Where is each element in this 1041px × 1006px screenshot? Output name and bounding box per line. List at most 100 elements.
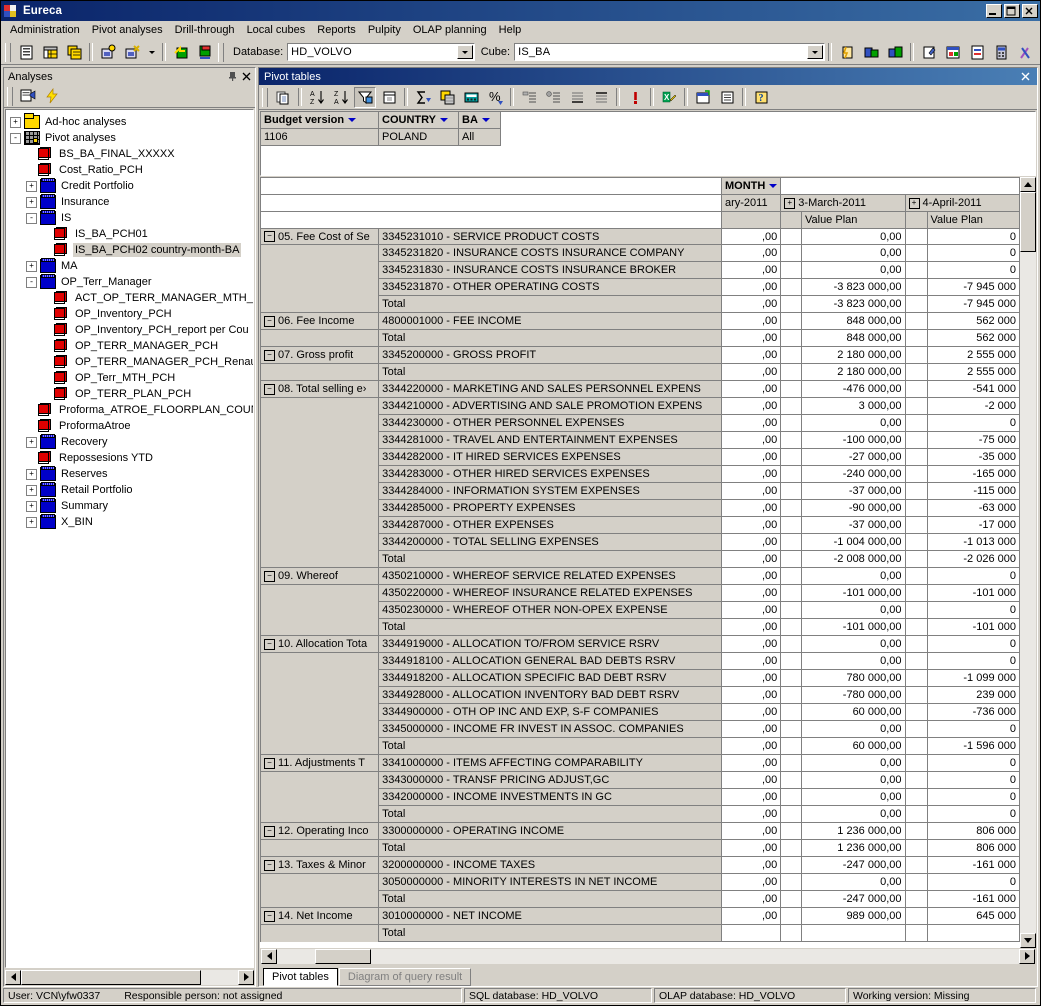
exception-highlight-icon[interactable] [624, 87, 646, 108]
value-cell-month3[interactable]: -35 000 [926, 448, 1020, 466]
value-cell-month1[interactable]: ,00 [720, 448, 782, 466]
value-cell-month2[interactable]: 3 000,00 [800, 397, 906, 415]
cube-chevron-down-icon[interactable] [807, 45, 823, 59]
expand-icon[interactable]: + [26, 468, 37, 480]
menu-olap-planning[interactable]: OLAP planning [407, 22, 493, 38]
measure-header-2[interactable]: Value Plan [926, 211, 1020, 229]
menu-help[interactable]: Help [493, 22, 528, 38]
row-total-label[interactable]: Total [378, 363, 722, 381]
measure-header-1[interactable]: Value Plan [800, 211, 906, 229]
row-item-label[interactable]: 3344220000 - MARKETING AND SALES PERSONN… [378, 380, 722, 398]
value-cell-month3[interactable]: 806 000 [926, 822, 1020, 840]
menu-reports[interactable]: Reports [311, 22, 362, 38]
month-column-header-0[interactable]: ary-2011 [720, 194, 782, 212]
table-row[interactable]: 3345000000 - INCOME FR INVEST IN ASSOC. … [260, 720, 1020, 738]
tree-item[interactable]: BS_BA_FINAL_XXXXX [10, 146, 253, 162]
value-cell-month1[interactable]: ,00 [720, 312, 782, 330]
filter-header-ba[interactable]: BA [459, 112, 501, 129]
row-item-label[interactable]: 3344918100 - ALLOCATION GENERAL BAD DEBT… [378, 652, 722, 670]
menu-administration[interactable]: Administration [4, 22, 86, 38]
tree-item[interactable]: OP_TERR_MANAGER_PCH_Renault [10, 354, 253, 370]
row-item-label[interactable]: 4350220000 - WHEREOF INSURANCE RELATED E… [378, 584, 722, 602]
value-cell-month3[interactable]: 0 [926, 567, 1020, 585]
value-cell-month2[interactable]: 2 180 000,00 [800, 363, 906, 381]
value-cell-month2[interactable]: -780 000,00 [800, 686, 906, 704]
value-cell-month3[interactable]: -101 000 [926, 584, 1020, 602]
sum-icon[interactable] [412, 87, 434, 108]
edit-icon[interactable] [918, 42, 940, 63]
value-cell-month2[interactable]: 0,00 [800, 414, 906, 432]
filter-value-ba[interactable]: All [459, 129, 501, 146]
value-cell-month2[interactable]: -476 000,00 [800, 380, 906, 398]
value-cell-month2[interactable]: -1 004 000,00 [800, 533, 906, 551]
copy-pivot-icon[interactable] [63, 42, 85, 63]
tree-item[interactable]: - Pivot analyses [10, 130, 253, 146]
pivot-close-icon[interactable] [1020, 71, 1034, 82]
value-cell-month1[interactable]: ,00 [720, 244, 782, 262]
table-row[interactable]: 4350230000 - WHEREOF OTHER NON-OPEX EXPE… [260, 601, 1020, 619]
value-cell-month3[interactable]: 562 000 [926, 329, 1020, 347]
value-cell-month1[interactable]: ,00 [720, 567, 782, 585]
value-cell-month3[interactable]: -7 945 000 [926, 295, 1020, 313]
properties-icon[interactable] [15, 42, 37, 63]
toolbar-grip[interactable] [5, 42, 11, 62]
database-combo[interactable]: HD_VOLVO [287, 43, 475, 61]
menu-pulpity[interactable]: Pulpity [362, 22, 407, 38]
table-row[interactable]: Total ,00 -101 000,00 -101 000 [260, 618, 1020, 636]
run-report-icon[interactable] [836, 42, 858, 63]
chevron-down-icon[interactable] [348, 118, 357, 122]
table-row[interactable]: 3344282000 - IT HIRED SERVICES EXPENSES,… [260, 448, 1020, 466]
table-row[interactable]: 3344918100 - ALLOCATION GENERAL BAD DEBT… [260, 652, 1020, 670]
tree-item[interactable]: + Credit Portfolio [10, 178, 253, 194]
value-cell-month1[interactable]: ,00 [720, 601, 782, 619]
value-cell-month3[interactable]: 0 [926, 788, 1020, 806]
table-row[interactable]: −09. Whereof 4350210000 - WHEREOF SERVICE… [260, 567, 1020, 585]
value-cell-month2[interactable]: 989 000,00 [800, 907, 906, 925]
value-cell-month2[interactable]: -3 823 000,00 [800, 295, 906, 313]
tree-item[interactable]: + Summary [10, 498, 253, 514]
value-cell-month2[interactable]: -3 823 000,00 [800, 278, 906, 296]
value-cell-month2[interactable]: 60 000,00 [800, 703, 906, 721]
value-cell-month1[interactable]: ,00 [720, 890, 782, 908]
value-cell-month1[interactable]: ,00 [720, 635, 782, 653]
value-cell-month1[interactable]: ,00 [720, 839, 782, 857]
row-item-label[interactable]: 3344285000 - PROPERTY EXPENSES [378, 499, 722, 517]
value-cell-month2[interactable]: -247 000,00 [800, 856, 906, 874]
value-cell-month1[interactable]: ,00 [720, 856, 782, 874]
value-cell-month3[interactable]: -1 596 000 [926, 737, 1020, 755]
expand-icon[interactable]: + [784, 197, 796, 209]
row-item-label[interactable]: 4800001000 - FEE INCOME [378, 312, 722, 330]
hscroll-thumb[interactable] [21, 969, 201, 985]
scroll-up-button[interactable] [1020, 177, 1036, 192]
table-row[interactable]: Total ,00 848 000,00 562 000 [260, 329, 1020, 347]
row-item-label[interactable]: 3344283000 - OTHER HIRED SERVICES EXPENS… [378, 465, 722, 483]
expand-rows-icon[interactable] [518, 87, 540, 108]
value-cell-month3[interactable]: 0 [926, 261, 1020, 279]
value-cell-month1[interactable]: ,00 [720, 703, 782, 721]
value-cell-month3[interactable]: -2 000 [926, 397, 1020, 415]
row-item-label[interactable]: 3344919000 - ALLOCATION TO/FROM SERVICE … [378, 635, 722, 653]
tree-item[interactable]: Cost_Ratio_PCH [10, 162, 253, 178]
value-cell-month2[interactable]: -2 008 000,00 [800, 550, 906, 568]
row-item-label[interactable]: 3343000000 - TRANSF PRICING ADJUST,GC [378, 771, 722, 789]
table-row[interactable]: 3344283000 - OTHER HIRED SERVICES EXPENS… [260, 465, 1020, 483]
page-filter-dropzone[interactable] [261, 146, 1035, 175]
table-row[interactable]: 4350220000 - WHEREOF INSURANCE RELATED E… [260, 584, 1020, 602]
value-cell-month3[interactable]: 0 [926, 228, 1020, 245]
value-cell-month1[interactable]: ,00 [720, 805, 782, 823]
value-cell-month2[interactable]: 0,00 [800, 652, 906, 670]
value-cell-month2[interactable]: 0,00 [800, 635, 906, 653]
value-cell-month1[interactable]: ,00 [720, 380, 782, 398]
tree-item[interactable]: - IS [10, 210, 253, 226]
table-row[interactable]: Total ,00 -247 000,00 -161 000 [260, 890, 1020, 908]
table-row[interactable]: Total ,00 -2 008 000,00 -2 026 000 [260, 550, 1020, 568]
row-total-label[interactable]: Total [378, 890, 722, 908]
row-item-label[interactable]: 3344282000 - IT HIRED SERVICES EXPENSES [378, 448, 722, 466]
table-row[interactable]: 3345231870 - OTHER OPERATING COSTS ,00 -3 … [260, 278, 1020, 296]
value-cell-month3[interactable]: 0 [926, 601, 1020, 619]
value-cell-month3[interactable]: -75 000 [926, 431, 1020, 449]
value-cell-month1[interactable]: ,00 [720, 363, 782, 381]
row-total-label[interactable]: Total [378, 805, 722, 823]
tree-item[interactable]: Repossesions YTD [10, 450, 253, 466]
value-cell-month3[interactable]: -161 000 [926, 890, 1020, 908]
